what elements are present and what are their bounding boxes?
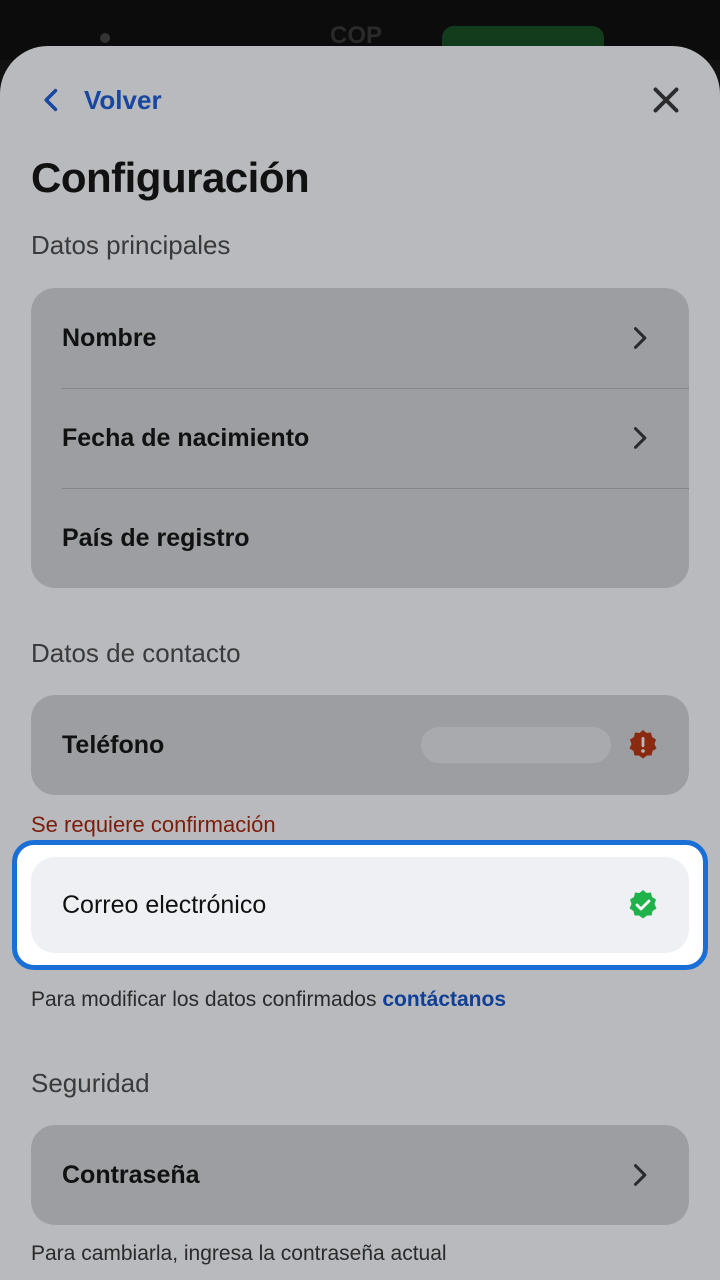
section-heading-contact: Datos de contacto (31, 638, 241, 668)
section-heading-main: Datos principales (31, 230, 231, 260)
row-name[interactable]: Nombre (31, 288, 689, 388)
masked-phone-value (421, 727, 611, 763)
status-dot (100, 33, 110, 43)
settings-sheet: Volver Configuración Datos principales N… (0, 46, 720, 1280)
password-note: Para cambiarla, ingresa la contraseña ac… (31, 1242, 447, 1265)
nav-bar: Volver (0, 46, 720, 156)
email-card[interactable]: Correo electrónico (31, 857, 689, 953)
contact-note: Para modificar los datos confirmados con… (31, 988, 506, 1012)
verified-badge-icon (629, 890, 657, 919)
row-phone[interactable]: Teléfono (31, 695, 689, 795)
phone-card[interactable]: Teléfono (31, 695, 689, 795)
back-button[interactable]: Volver (38, 80, 162, 120)
chevron-left-icon (44, 88, 58, 112)
row-label: Nombre (62, 323, 157, 352)
row-birthdate[interactable]: Fecha de nacimiento (31, 388, 689, 488)
email-highlight: Correo electrónico (12, 840, 708, 970)
phone-warning: Se requiere confirmación (31, 812, 276, 837)
chevron-right-icon (633, 1164, 647, 1186)
section-heading-security: Seguridad (31, 1068, 150, 1098)
security-card[interactable]: Contraseña (31, 1125, 689, 1225)
alert-badge-icon (629, 730, 657, 759)
row-label: Contraseña (62, 1160, 200, 1189)
row-country: País de registro (31, 488, 689, 588)
main-data-card: Nombre Fecha de nacimiento País de regis… (31, 288, 689, 588)
close-icon[interactable] (648, 82, 684, 118)
row-label: País de registro (62, 523, 250, 552)
row-label: Fecha de nacimiento (62, 423, 310, 452)
contact-note-text: Para modificar los datos confirmados (31, 988, 383, 1011)
contact-link[interactable]: contáctanos (382, 988, 506, 1011)
row-label: Teléfono (62, 730, 165, 759)
row-label: Correo electrónico (62, 890, 267, 919)
chevron-right-icon (633, 327, 647, 349)
back-label: Volver (84, 84, 162, 115)
chevron-right-icon (633, 427, 647, 449)
row-password[interactable]: Contraseña (31, 1125, 689, 1225)
page-title: Configuración (31, 154, 310, 201)
